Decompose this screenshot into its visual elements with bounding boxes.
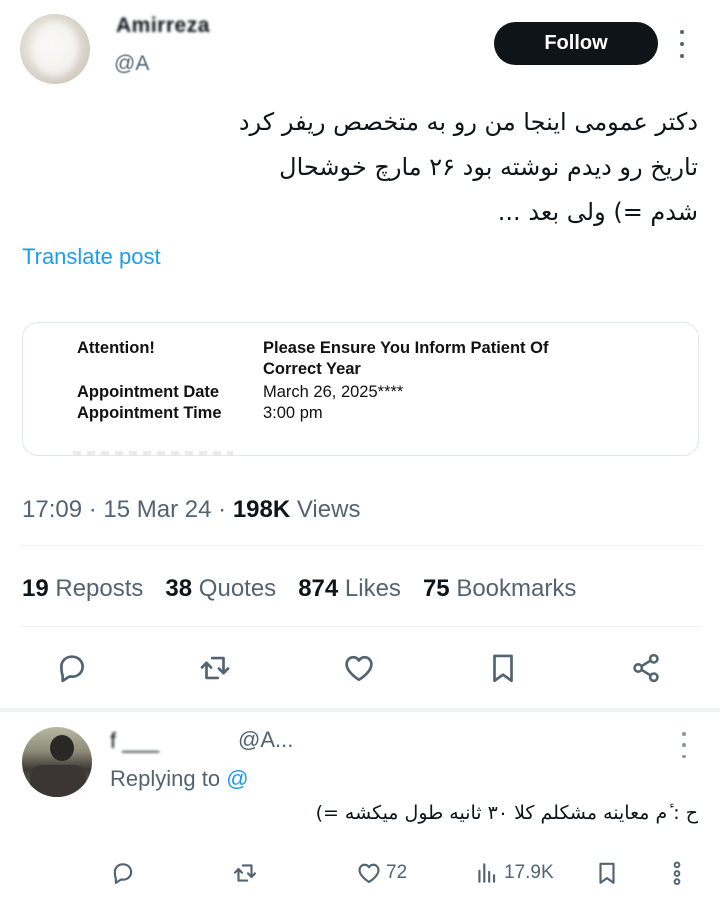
separator: · [218,496,227,523]
views-icon [478,863,496,883]
post-text-line: تاریخ رو دیدم نوشته بود ۲۶ مارچ خوشحال [279,153,698,181]
replying-to-handle[interactable]: @ [226,766,248,791]
quotes-stat[interactable]: 38 Quotes [165,575,276,603]
reposts-count: 19 [22,575,49,602]
attention-value-line2: Correct Year [263,360,361,378]
attention-label: Attention! [77,339,155,357]
translate-post-link[interactable]: Translate post [22,244,161,270]
bookmark-icon [493,654,513,683]
bookmarks-count: 75 [422,575,450,602]
reply-author-name[interactable]: f ___ [110,728,159,754]
attached-image[interactable]: Attention! Please Ensure You Inform Pati… [22,322,699,456]
replying-to-label: Replying to [110,766,221,791]
attention-value-line1: Please Ensure You Inform Patient Of [263,339,549,357]
reply-author-handle[interactable]: @A... [238,727,293,753]
reply-bookmark-button[interactable] [594,857,620,889]
bookmark-icon [599,862,615,884]
divider [20,545,702,546]
reposts-label: Reposts [55,575,144,602]
like-button[interactable] [339,648,379,688]
bookmark-button[interactable] [483,648,523,688]
replying-to: Replying to @ [110,766,249,792]
author-display-name[interactable]: Amirreza [116,14,210,38]
author-handle[interactable]: @A [114,52,149,76]
reply-repost-button[interactable] [232,857,258,889]
views-count: 198K [232,496,291,523]
views-label: Views [296,496,361,523]
reply-icon [60,655,84,683]
repost-button[interactable] [195,648,235,688]
handle-redaction [160,50,310,78]
quotes-count: 38 [165,575,193,602]
engagement-stats: 19 Reposts 38 Quotes 874 Likes 75 Bookma… [22,575,576,603]
appointment-time-value: 3:00 pm [263,404,323,422]
reply-author-avatar[interactable] [22,727,92,797]
post-text-line: شدم =) ولی بعد ... [497,198,698,226]
more-options-icon[interactable] [676,30,688,58]
reply-more-options-icon[interactable] [678,732,690,758]
likes-stat[interactable]: 874 Likes [298,575,401,603]
separator: · [88,496,97,523]
likes-count: 874 [298,575,339,602]
reposts-stat[interactable]: 19 Reposts [22,575,143,603]
repost-icon [233,864,257,882]
reply-icon [113,863,133,884]
like-icon [358,863,380,884]
divider [20,626,702,627]
reply-button[interactable] [52,648,92,688]
post-text-line: دکتر عمومی اینجا من رو به متخصص ریفر کرد [238,108,698,136]
appointment-date-label: Appointment Date [77,383,220,401]
bookmarks-label: Bookmarks [456,575,577,602]
share-button[interactable] [626,648,666,688]
repost-icon [200,656,230,680]
reply-reply-button[interactable] [110,857,136,889]
reply-share-button[interactable] [664,857,690,889]
thread-separator [0,708,720,712]
post-date[interactable]: 15 Mar 24 [103,496,211,523]
reply-text: ح : ٔم معاینه مشکلم کلا ۳۰ ثانیه طول میک… [315,802,698,824]
post-meta: 17:09 · 15 Mar 24 · 198K Views [22,496,360,524]
share-icon [633,653,659,683]
like-icon [345,655,373,682]
post-time[interactable]: 17:09 [22,496,82,523]
author-avatar[interactable] [20,14,90,84]
reply-views-button[interactable]: 17.9K [474,857,554,889]
follow-button[interactable]: Follow [494,22,658,65]
reply-handle-redaction [285,764,455,794]
appointment-time-label: Appointment Time [77,404,222,422]
post-text: دکتر عمومی اینجا من رو به متخصص ریفر کرد… [38,100,698,235]
quotes-label: Quotes [198,575,277,602]
likes-label: Likes [344,575,401,602]
reply-like-button[interactable]: 72 [356,857,407,889]
appointment-date-value: March 26, 2025**** [263,383,404,401]
reply-views-count: 17.9K [504,862,554,883]
reply-likes-count: 72 [386,862,408,883]
share-icon [673,861,681,886]
bookmarks-stat[interactable]: 75 Bookmarks [423,575,576,603]
card-cutoff-text [73,451,233,455]
